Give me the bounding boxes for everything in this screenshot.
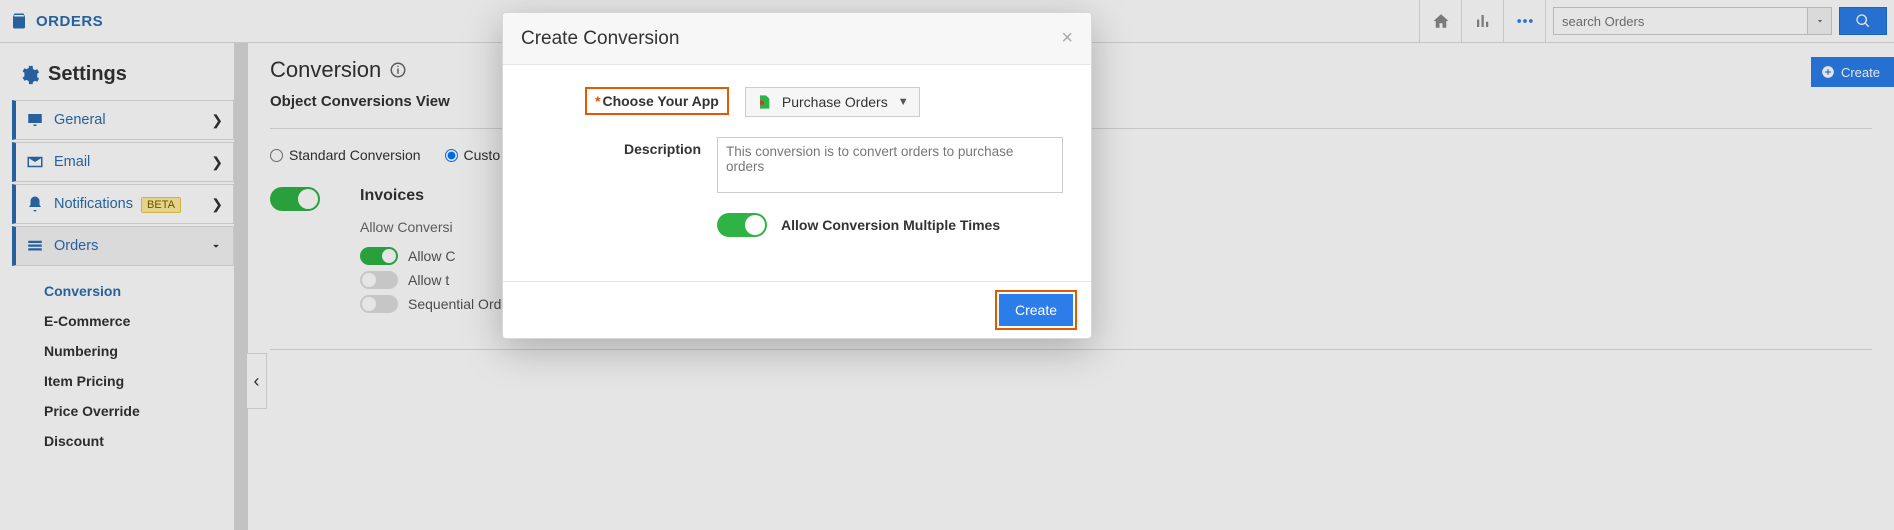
document-icon [756, 94, 772, 110]
description-label: Description [527, 137, 717, 157]
allow-multiple-label: Allow Conversion Multiple Times [781, 217, 1000, 233]
modal-title: Create Conversion [521, 28, 1061, 50]
form-row-description: Description This conversion is to conver… [527, 137, 1067, 193]
description-textarea[interactable]: This conversion is to convert orders to … [717, 137, 1063, 193]
caret-down-icon: ▼ [898, 96, 909, 108]
allow-multiple-toggle[interactable] [717, 213, 767, 237]
modal-header: Create Conversion × [503, 13, 1091, 65]
choose-app-dropdown[interactable]: Purchase Orders ▼ [745, 87, 920, 117]
form-row-allow-multiple: Allow Conversion Multiple Times [527, 213, 1067, 237]
choose-app-label: *Choose Your App [585, 87, 729, 115]
close-button[interactable]: × [1061, 27, 1073, 50]
modal-footer: Create [503, 281, 1091, 338]
create-conversion-modal: Create Conversion × *Choose Your App Pur… [502, 12, 1092, 339]
form-row-choose-app: *Choose Your App Purchase Orders ▼ [527, 87, 1067, 117]
choose-app-value: Purchase Orders [782, 94, 888, 110]
create-button[interactable]: Create [999, 294, 1073, 326]
